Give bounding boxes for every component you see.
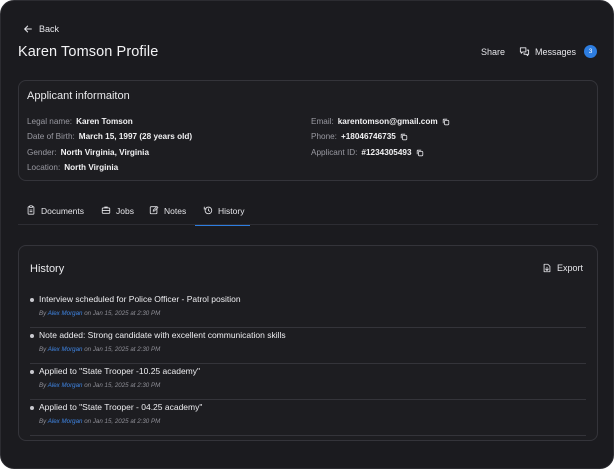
applicant-id-field: Applicant ID: #1234305493 <box>311 148 424 157</box>
legal-name-value: Karen Tomson <box>76 117 133 126</box>
history-entry-text: Applied to "State Trooper -10.25 academy… <box>39 366 201 376</box>
gender-field: Gender: North Virginia, Virginia <box>27 148 149 157</box>
file-export-icon <box>543 263 551 273</box>
meta-by: By <box>39 382 47 389</box>
meta-time: on Jan 15, 2025 at 2:30 PM <box>84 418 161 425</box>
tab-history[interactable]: History <box>194 206 251 226</box>
author-link[interactable]: Alex Morgan <box>48 418 83 425</box>
phone-field: Phone: +18046746735 <box>311 132 408 141</box>
history-entry-meta: By Alex Morgan on Jan 15, 2025 at 2:30 P… <box>39 310 160 317</box>
edit-note-icon <box>149 206 159 215</box>
messages-button[interactable]: Messages 3 <box>519 45 597 58</box>
applicant-info-card: Applicant informaiton Legal name: Karen … <box>18 80 598 181</box>
messages-count-badge: 3 <box>584 45 597 58</box>
meta-time: on Jan 15, 2025 at 2:30 PM <box>84 346 161 353</box>
phone-label: Phone: <box>311 132 337 141</box>
meta-time: on Jan 15, 2025 at 2:30 PM <box>84 310 161 317</box>
share-label: Share <box>480 46 505 57</box>
tab-notes-label: Notes <box>164 206 187 216</box>
profile-window: Back Karen Tomson Profile Share Messages… <box>0 0 614 469</box>
meta-by: By <box>39 418 47 425</box>
history-entry: Applied to "State Trooper - 04.25 academ… <box>30 400 586 436</box>
share-button[interactable]: Share <box>481 47 505 57</box>
gender-value: North Virginia, Virginia <box>60 148 150 157</box>
export-label: Export <box>556 263 583 273</box>
author-link[interactable]: Alex Morgan <box>48 310 83 317</box>
copy-phone-icon[interactable] <box>400 133 408 141</box>
profile-tabs: Documents Jobs Notes History <box>18 205 598 226</box>
legal-name-field: Legal name: Karen Tomson <box>27 117 133 126</box>
tab-notes[interactable]: Notes <box>149 206 186 225</box>
messages-label: Messages <box>534 46 576 57</box>
tab-jobs-label: Jobs <box>116 206 134 216</box>
applicant-id-label: Applicant ID: <box>311 148 358 157</box>
location-field: Location: North Virginia <box>27 163 118 172</box>
back-label: Back <box>39 24 60 34</box>
history-entry-meta: By Alex Morgan on Jan 15, 2025 at 2:30 P… <box>39 346 160 353</box>
author-link[interactable]: Alex Morgan <box>48 382 83 389</box>
tab-documents-label: Documents <box>41 206 84 216</box>
email-label: Email: <box>311 117 334 126</box>
history-entry-text: Note added: Strong candidate with excell… <box>39 330 286 340</box>
history-entry-meta: By Alex Morgan on Jan 15, 2025 at 2:30 P… <box>39 382 160 389</box>
meta-by: By <box>39 346 47 353</box>
dob-field: Date of Birth: March 15, 1997 (28 years … <box>27 132 192 141</box>
history-icon <box>203 206 213 215</box>
copy-email-icon[interactable] <box>442 118 450 126</box>
phone-value: +18046746735 <box>340 132 396 141</box>
history-title: History <box>30 263 65 275</box>
export-button[interactable]: Export <box>542 263 583 273</box>
history-entry-text: Applied to "State Trooper - 04.25 academ… <box>39 402 203 412</box>
bullet-icon <box>30 406 34 410</box>
meta-by: By <box>39 310 47 317</box>
chat-icon <box>519 47 530 57</box>
dob-value: March 15, 1997 (28 years old) <box>78 132 193 141</box>
clipboard-icon <box>27 205 35 215</box>
arrow-left-icon <box>24 25 32 33</box>
bullet-icon <box>30 370 34 374</box>
tab-jobs[interactable]: Jobs <box>101 206 134 225</box>
history-entry-meta: By Alex Morgan on Jan 15, 2025 at 2:30 P… <box>39 418 160 425</box>
back-button[interactable]: Back <box>23 24 59 34</box>
copy-applicant-id-icon[interactable] <box>416 149 424 157</box>
tab-documents[interactable]: Documents <box>26 205 84 225</box>
briefcase-icon <box>101 206 111 214</box>
location-label: Location: <box>27 163 61 172</box>
email-field: Email: karentomson@gmail.com <box>311 117 450 126</box>
tab-history-label: History <box>218 206 245 216</box>
applicant-id-value: #1234305493 <box>361 148 412 157</box>
history-panel: History Export Interview scheduled for P… <box>18 245 598 441</box>
applicant-info-title: Applicant informaiton <box>27 90 130 102</box>
gender-label: Gender: <box>27 148 57 157</box>
legal-name-label: Legal name: <box>27 117 73 126</box>
header-actions: Share Messages 3 <box>481 45 597 58</box>
bullet-icon <box>30 298 34 302</box>
dob-label: Date of Birth: <box>27 132 75 141</box>
bullet-icon <box>30 334 34 338</box>
history-entry: Applied to "State Trooper -10.25 academy… <box>30 364 586 400</box>
history-entry: Note added: Strong candidate with excell… <box>30 328 586 364</box>
history-entry: Interview scheduled for Police Officer -… <box>30 292 586 328</box>
history-entry-text: Interview scheduled for Police Officer -… <box>39 294 241 304</box>
meta-time: on Jan 15, 2025 at 2:30 PM <box>84 382 161 389</box>
location-value: North Virginia <box>64 163 119 172</box>
page-title: Karen Tomson Profile <box>18 44 159 60</box>
email-value: karentomson@gmail.com <box>337 117 438 126</box>
author-link[interactable]: Alex Morgan <box>48 346 83 353</box>
